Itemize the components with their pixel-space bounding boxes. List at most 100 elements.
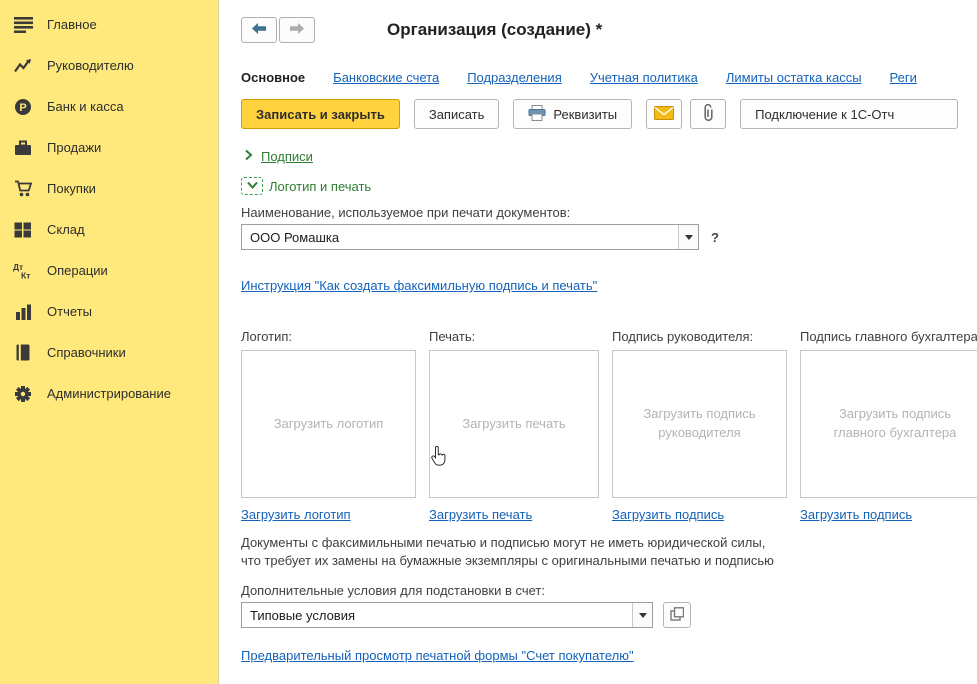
sidebar-item[interactable]: Продажи xyxy=(0,127,218,168)
sidebar-item-label: Операции xyxy=(47,263,108,278)
sidebar-item[interactable]: Склад xyxy=(0,209,218,250)
sidebar-item[interactable]: P Банк и касса xyxy=(0,86,218,127)
upload-column-label: Подпись главного бухгалтера: xyxy=(800,309,977,345)
sidebar-item-label: Банк и касса xyxy=(47,99,124,114)
upload-link[interactable]: Загрузить подпись xyxy=(800,507,912,522)
sidebar-item-label: Продажи xyxy=(47,140,101,155)
cart-icon xyxy=(12,180,34,198)
chevron-down-icon xyxy=(246,179,259,194)
upload-link[interactable]: Загрузить логотип xyxy=(241,507,351,522)
header-row: Организация (создание) * xyxy=(241,16,977,44)
save-close-button[interactable]: Записать и закрыть xyxy=(241,99,400,129)
dtkt-icon: ДтКт xyxy=(12,262,34,280)
sidebar-item-label: Склад xyxy=(47,222,85,237)
sidebar-item[interactable]: Администрирование xyxy=(0,373,218,414)
print-name-value[interactable]: ООО Ромашка xyxy=(242,230,678,245)
upload-placeholder: Загрузить логотип xyxy=(256,415,402,434)
facsimile-disclaimer: Документы с факсимильными печатью и подп… xyxy=(241,534,977,569)
envelope-icon xyxy=(654,106,674,123)
upload-dropzone[interactable]: Загрузить подпись руководителя xyxy=(612,350,787,498)
main-panel: Организация (создание) * Основное Банков… xyxy=(219,0,977,684)
open-conditions-button[interactable] xyxy=(663,602,691,628)
forward-button[interactable] xyxy=(279,17,315,43)
tab[interactable]: Основное xyxy=(241,70,305,85)
signatures-group-label[interactable]: Подписи xyxy=(261,149,313,164)
print-name-dropdown-button[interactable] xyxy=(678,225,698,249)
conditions-label: Дополнительные условия для подстановки в… xyxy=(241,583,977,598)
conditions-input[interactable]: Типовые условия xyxy=(241,602,653,628)
conditions-dropdown-button[interactable] xyxy=(632,603,652,627)
upload-link[interactable]: Загрузить печать xyxy=(429,507,532,522)
invoice-preview-link[interactable]: Предварительный просмотр печатной формы … xyxy=(241,648,634,663)
logo-print-group-toggle[interactable]: Логотип и печать xyxy=(241,175,977,197)
open-form-icon xyxy=(670,607,684,624)
upload-dropzone[interactable]: Загрузить подпись главного бухгалтера xyxy=(800,350,977,498)
requisites-label: Реквизиты xyxy=(553,107,617,122)
svg-text:P: P xyxy=(19,102,26,114)
bank-icon: P xyxy=(12,98,34,116)
sidebar-item-label: Администрирование xyxy=(47,386,171,401)
upload-dropzone[interactable]: Загрузить логотип xyxy=(241,350,416,498)
tab-bar: Основное Банковские счета Подразделения … xyxy=(241,70,977,85)
paperclip-icon xyxy=(702,104,714,125)
back-arrow-icon xyxy=(251,22,267,38)
svg-text:Кт: Кт xyxy=(21,271,30,280)
forward-arrow-icon xyxy=(289,22,305,38)
caret-down-icon xyxy=(639,613,647,618)
trend-icon xyxy=(12,57,34,75)
sidebar-item[interactable]: Покупки xyxy=(0,168,218,209)
sidebar-item[interactable]: Руководителю xyxy=(0,45,218,86)
sidebar-item[interactable]: ДтКт Операции xyxy=(0,250,218,291)
printer-icon xyxy=(528,105,546,124)
warehouse-icon xyxy=(12,221,34,239)
upload-column-label: Логотип: xyxy=(241,309,416,345)
upload-placeholder: Загрузить печать xyxy=(444,415,583,434)
sidebar-item[interactable]: Отчеты xyxy=(0,291,218,332)
mail-button[interactable] xyxy=(646,99,682,129)
gear-icon xyxy=(12,385,34,403)
upload-column: Подпись главного бухгалтера: Загрузить п… xyxy=(800,309,977,522)
book-icon xyxy=(12,344,34,362)
upload-dropzone[interactable]: Загрузить печать xyxy=(429,350,599,498)
print-name-input[interactable]: ООО Ромашка xyxy=(241,224,699,250)
caret-down-icon xyxy=(685,235,693,240)
requisites-button[interactable]: Реквизиты xyxy=(513,99,632,129)
sidebar-item-label: Отчеты xyxy=(47,304,92,319)
sidebar-item-label: Справочники xyxy=(47,345,126,360)
app-window: Главное Руководителю P Банк и касса Прод… xyxy=(0,0,977,684)
tab[interactable]: Банковские счета xyxy=(333,70,439,85)
toolbar: Записать и закрыть Записать Реквизиты По… xyxy=(241,99,977,129)
upload-column: Подпись руководителя: Загрузить подпись … xyxy=(612,309,787,522)
briefcase-icon xyxy=(12,139,34,157)
sidebar-item[interactable]: Главное xyxy=(0,4,218,45)
upload-column: Логотип: Загрузить логотип Загрузить лог… xyxy=(241,309,416,522)
attachment-button[interactable] xyxy=(690,99,726,129)
tab[interactable]: Реги xyxy=(890,70,917,85)
upload-column: Печать: Загрузить печать Загрузить печат… xyxy=(429,309,599,522)
sidebar-item[interactable]: Справочники xyxy=(0,332,218,373)
print-name-label: Наименование, используемое при печати до… xyxy=(241,205,977,220)
back-button[interactable] xyxy=(241,17,277,43)
upload-link[interactable]: Загрузить подпись xyxy=(612,507,724,522)
chevron-right-icon xyxy=(241,148,255,165)
sidebar-item-label: Покупки xyxy=(47,181,96,196)
logo-print-group-label[interactable]: Логотип и печать xyxy=(269,179,371,194)
upload-placeholder: Загрузить подпись руководителя xyxy=(613,405,786,443)
signatures-group-toggle[interactable]: Подписи xyxy=(241,147,977,165)
help-button[interactable]: ? xyxy=(709,230,721,245)
instruction-link[interactable]: Инструкция "Как создать факсимильную под… xyxy=(241,278,597,293)
conditions-value[interactable]: Типовые условия xyxy=(242,608,632,623)
list-icon xyxy=(12,16,34,34)
sidebar-item-label: Руководителю xyxy=(47,58,134,73)
tab[interactable]: Подразделения xyxy=(467,70,562,85)
bar-chart-icon xyxy=(12,303,34,321)
tab[interactable]: Учетная политика xyxy=(590,70,698,85)
upload-column-label: Подпись руководителя: xyxy=(612,309,787,345)
page-title: Организация (создание) * xyxy=(387,20,602,40)
sidebar-item-label: Главное xyxy=(47,17,97,32)
save-button[interactable]: Записать xyxy=(414,99,500,129)
chevron-focus-box xyxy=(241,177,263,195)
connect-1c-reporting-button[interactable]: Подключение к 1С-Отч xyxy=(740,99,958,129)
upload-column-label: Печать: xyxy=(429,309,599,345)
tab[interactable]: Лимиты остатка кассы xyxy=(726,70,862,85)
